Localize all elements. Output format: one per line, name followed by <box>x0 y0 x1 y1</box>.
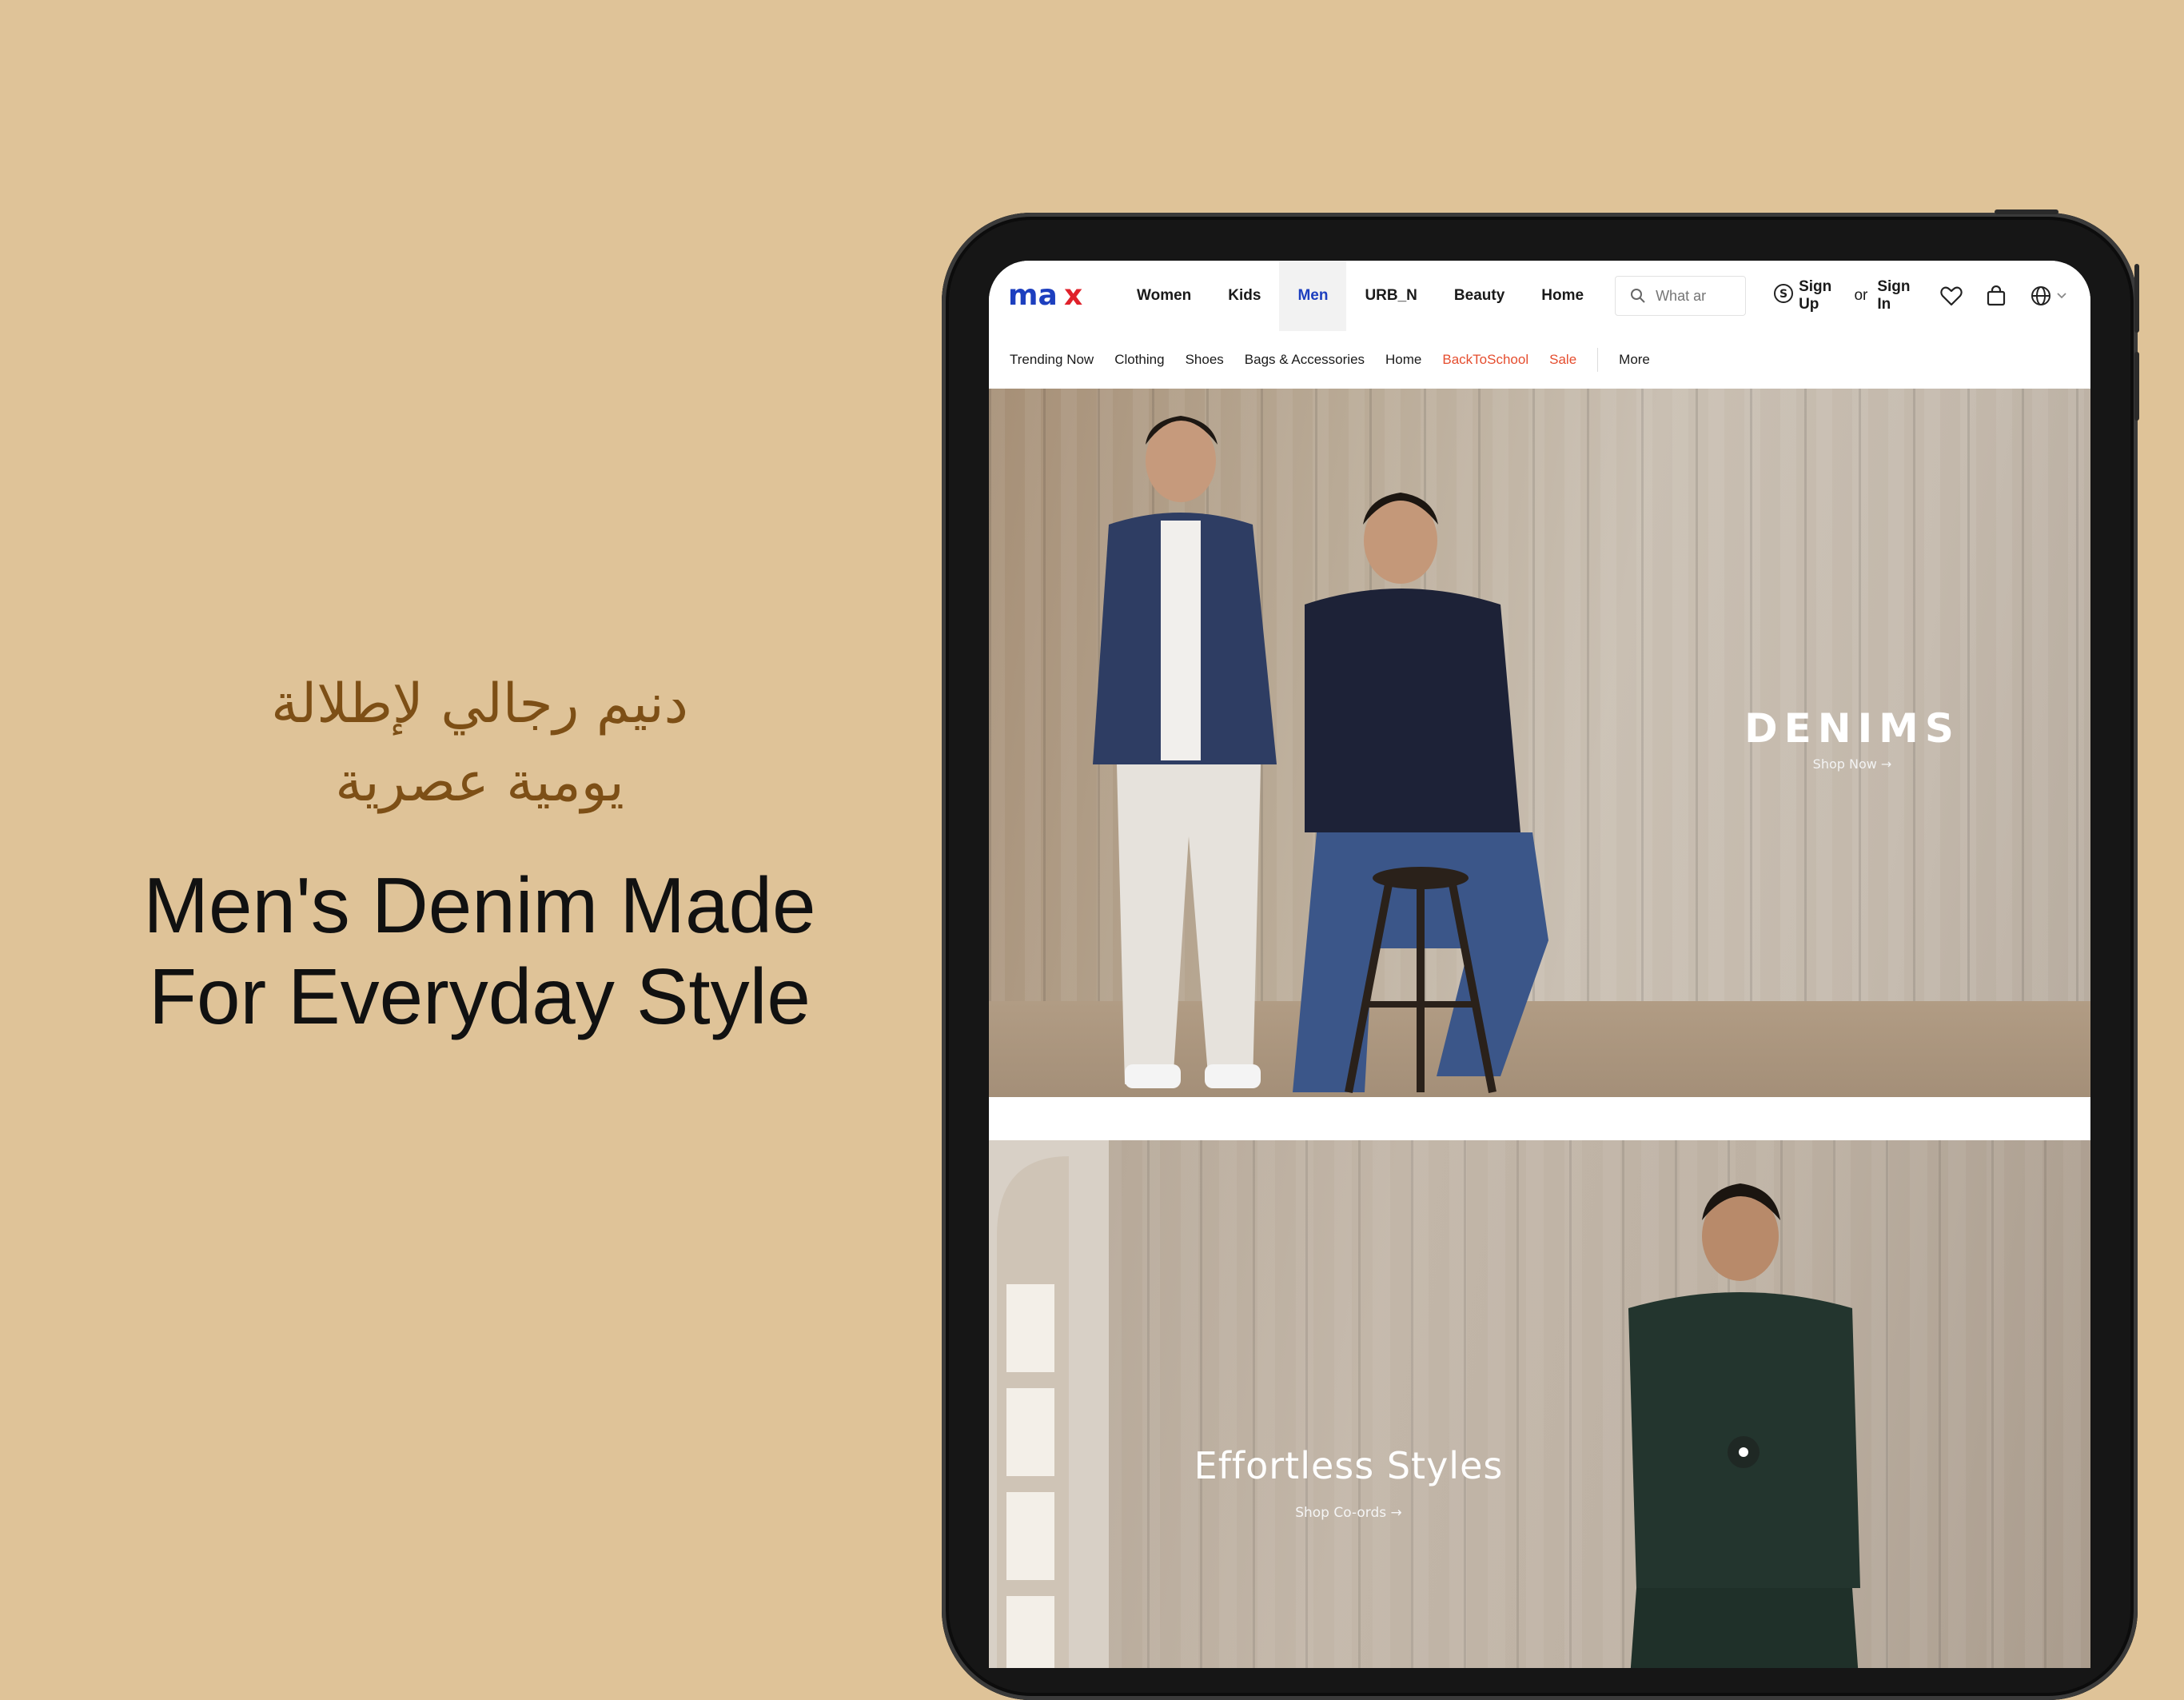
max-logo-mark: ma x <box>1008 281 1082 310</box>
subnav-sale[interactable]: Sale <box>1549 352 1576 368</box>
hero-banner-effortless-styles[interactable]: Effortless Styles Shop Co-ords → <box>989 1140 2090 1668</box>
search-box[interactable] <box>1615 276 1747 316</box>
banner-title: DENIMS <box>1744 705 1960 752</box>
coords-illustration <box>989 1140 1860 1668</box>
nav-women[interactable]: Women <box>1118 261 1210 331</box>
subnav-back-to-school[interactable]: BackToSchool <box>1442 352 1528 368</box>
globe-icon[interactable] <box>2030 285 2066 307</box>
svg-text:S: S <box>1779 288 1787 301</box>
heart-icon[interactable] <box>1940 285 1963 306</box>
sub-navigation: Trending Now Clothing Shoes Bags & Acces… <box>989 331 2090 389</box>
or-separator: or <box>1854 287 1868 304</box>
main-nav: Women Kids Men URB_N Beauty Home <box>1118 261 1602 331</box>
header-icons <box>1940 285 2090 307</box>
top-navigation: ma x Women Kids Men URB_N Beauty Home S <box>989 261 2090 332</box>
shop-now-link[interactable]: Shop Now → <box>1692 756 2012 772</box>
subnav-divider <box>1597 348 1599 372</box>
promo-arabic-headline: دنيم رجالي لإطلالة يومية عصرية <box>144 665 815 822</box>
subnav-clothing[interactable]: Clothing <box>1114 352 1164 368</box>
banner-title: Effortless Styles <box>1194 1444 1504 1487</box>
subnav-bags-accessories[interactable]: Bags & Accessories <box>1245 352 1365 368</box>
nav-home[interactable]: Home <box>1523 261 1602 331</box>
tablet-screen: ma x Women Kids Men URB_N Beauty Home S <box>989 261 2090 1668</box>
coin-icon: S <box>1773 283 1794 309</box>
svg-text:ma: ma <box>1008 281 1058 310</box>
search-icon <box>1631 289 1645 303</box>
nav-urbn[interactable]: URB_N <box>1346 261 1435 331</box>
nav-men[interactable]: Men <box>1279 261 1347 331</box>
promo-english-headline: Men's Denim Made For Everyday Style <box>96 860 863 1042</box>
subnav-more[interactable]: More <box>1619 352 1650 368</box>
banner-gap <box>989 1097 2090 1140</box>
tablet-top-button <box>1995 210 2058 214</box>
carousel-indicator[interactable] <box>1728 1436 1760 1468</box>
search-input[interactable] <box>1654 286 1746 305</box>
chevron-down-icon <box>2057 293 2066 299</box>
promo-arabic-line-2: يومية عصرية <box>335 751 624 814</box>
shop-coords-link[interactable]: Shop Co-ords → <box>1109 1505 1588 1521</box>
auth-links: S Sign Up or Sign In <box>1773 278 1918 313</box>
subnav-shoes[interactable]: Shoes <box>1186 352 1224 368</box>
svg-text:x: x <box>1064 281 1082 310</box>
tablet-volume-up-button <box>2134 264 2139 333</box>
sign-up-link[interactable]: Sign Up <box>1799 278 1844 313</box>
bag-icon[interactable] <box>1987 285 2006 306</box>
subnav-trending-now[interactable]: Trending Now <box>1010 352 1094 368</box>
nav-beauty[interactable]: Beauty <box>1436 261 1523 331</box>
hero-banner-denims[interactable]: DENIMS Shop Now → <box>989 389 2090 1097</box>
sign-in-link[interactable]: Sign In <box>1877 278 1918 313</box>
nav-kids[interactable]: Kids <box>1210 261 1279 331</box>
promo-english-line-1: Men's Denim Made <box>143 861 816 949</box>
subnav-home[interactable]: Home <box>1385 352 1421 368</box>
max-logo[interactable]: ma x <box>1008 280 1094 312</box>
promo-english-line-2: For Everyday Style <box>149 952 811 1040</box>
promo-arabic-line-1: دنيم رجالي لإطلالة <box>271 672 688 736</box>
tablet-volume-down-button <box>2134 352 2139 421</box>
